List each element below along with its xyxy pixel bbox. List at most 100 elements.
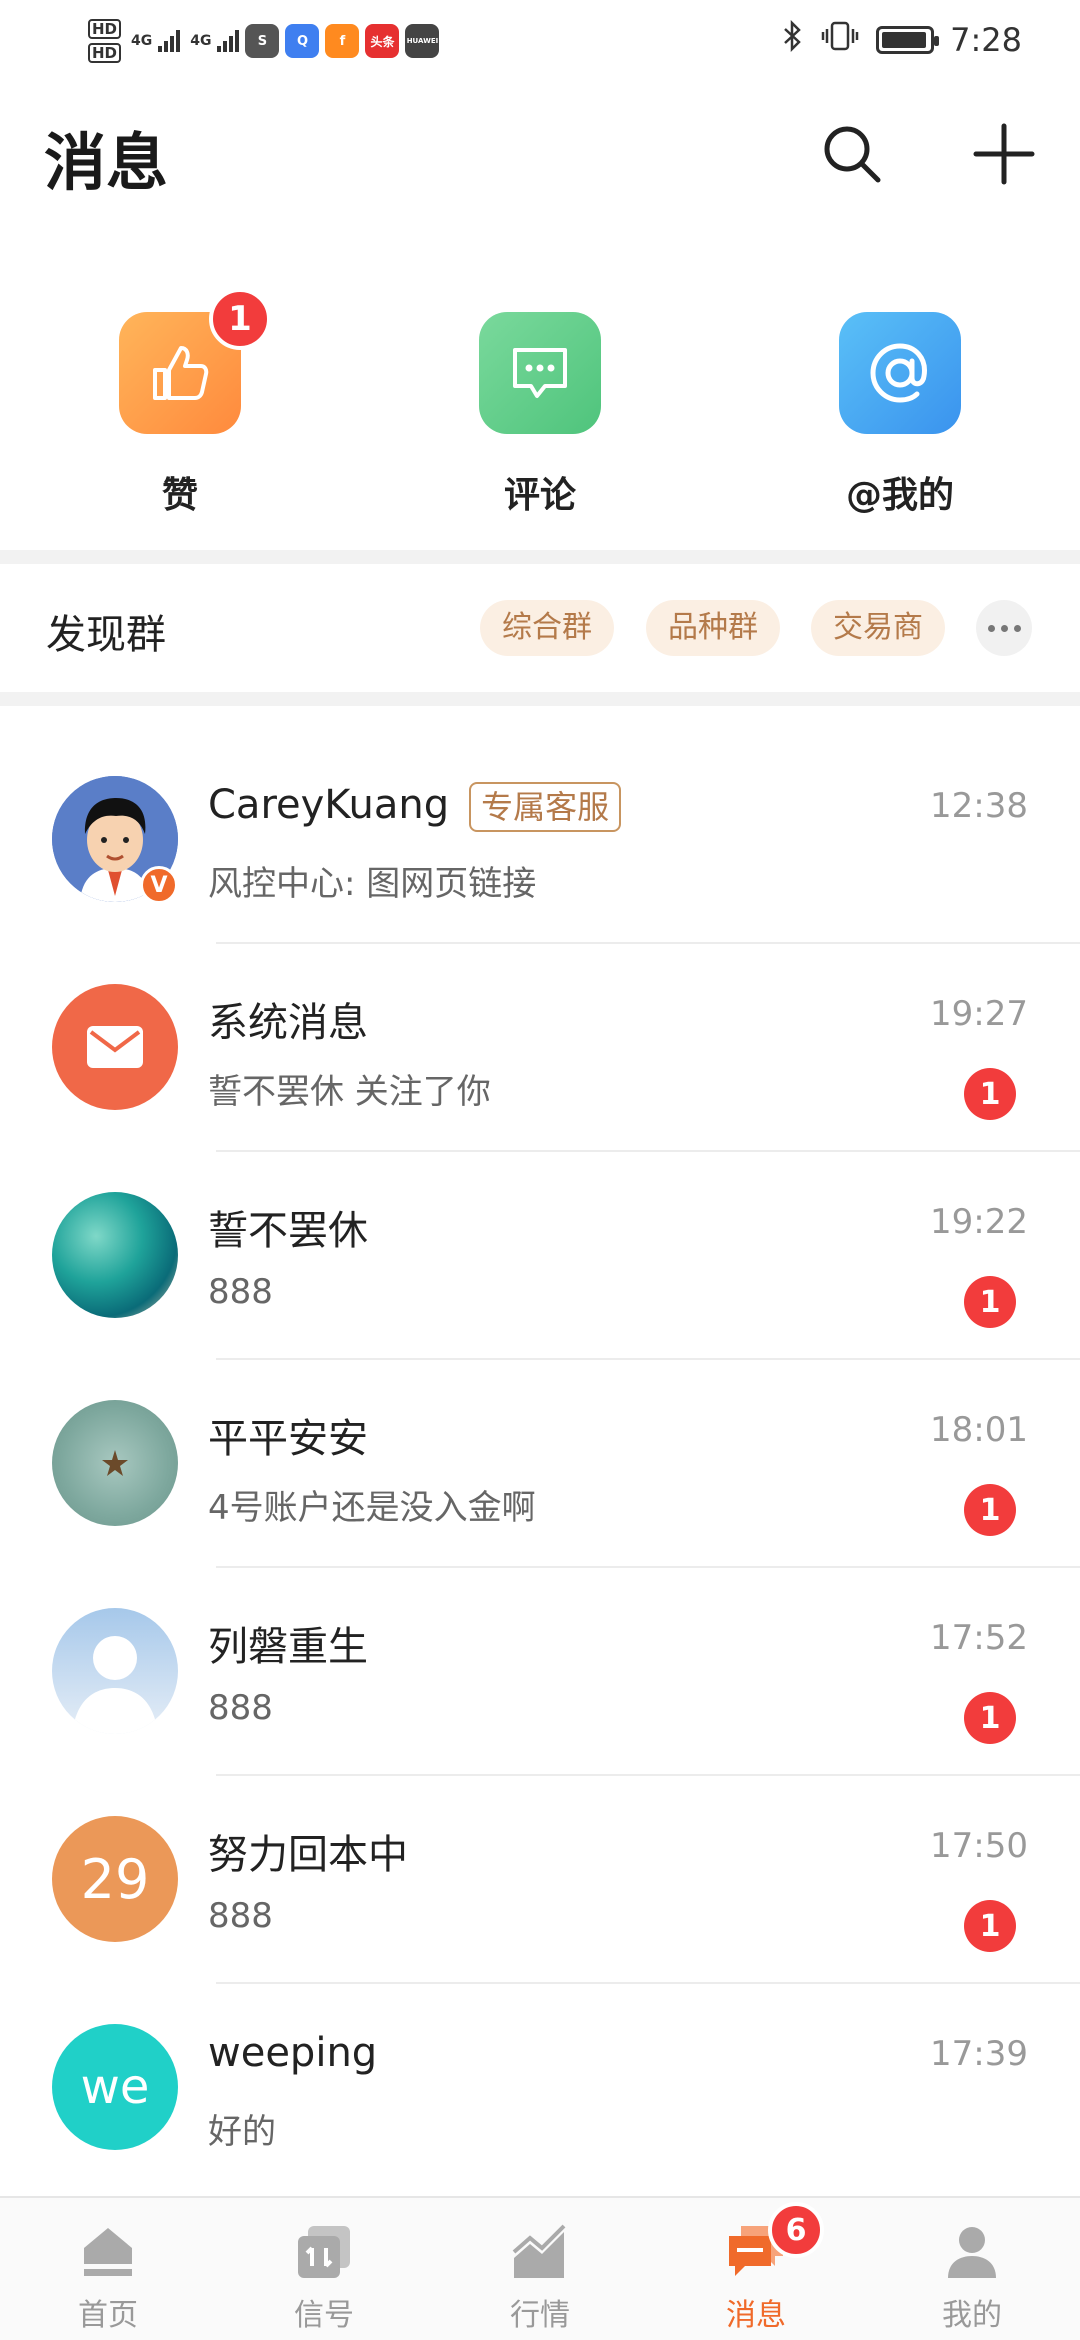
list-item[interactable]: 平平安安 4号账户还是没入金啊 18:01 1 — [0, 1360, 1080, 1568]
conversation-time: 17:39 — [930, 2034, 1028, 2074]
unread-badge: 1 — [964, 1900, 1016, 1952]
mentions-label: @我的 — [845, 475, 954, 516]
conversation-time: 17:52 — [930, 1618, 1028, 1658]
conversation-time: 12:38 — [930, 786, 1028, 826]
nav-label: 消息 — [726, 2298, 786, 2333]
nav-unread-badge: 6 — [768, 2202, 824, 2258]
page-title: 消息 — [44, 126, 169, 199]
comments-action[interactable]: 评论 — [440, 312, 640, 518]
plus-icon — [973, 123, 1035, 185]
conversation-preview: 风控中心: 图网页链接 — [208, 864, 537, 904]
list-item[interactable]: 系统消息 誓不罢休 关注了你 19:27 1 — [0, 944, 1080, 1152]
list-item[interactable]: V CareyKuang 专属客服 风控中心: 图网页链接 12:38 — [0, 736, 1080, 944]
starfish-icon — [102, 1450, 128, 1476]
conversation-time: 18:01 — [930, 1410, 1028, 1450]
conversation-name: CareyKuang — [208, 782, 450, 828]
avatar — [52, 1192, 178, 1318]
chip-variety-group[interactable]: 品种群 — [646, 600, 780, 656]
unread-badge: 1 — [964, 1692, 1016, 1744]
thumbs-up-icon — [153, 346, 209, 400]
status-right: 7:28 — [782, 14, 1022, 66]
nav-label: 信号 — [294, 2298, 354, 2333]
conversation-preview: 888 — [208, 1896, 273, 1936]
default-user-icon — [72, 1636, 158, 1734]
conversation-name: 努力回本中 — [208, 1832, 408, 1878]
conversation-preview: 4号账户还是没入金啊 — [208, 1488, 536, 1528]
at-icon — [870, 343, 927, 403]
huawei-app-icon: HUAWEI — [405, 24, 440, 58]
finance-app-icon: f — [325, 24, 360, 58]
conversation-preview: 888 — [208, 1272, 273, 1312]
status-bar: HD HD 4G 4G S Q f 头条 HUAWEI 7:28 — [0, 0, 1080, 80]
signal-icon — [158, 30, 181, 52]
network-type: 4G — [190, 33, 212, 49]
conversation-preview: 好的 — [208, 2112, 276, 2152]
search-icon — [824, 126, 881, 183]
conversation-name: 誓不罢休 — [208, 1208, 368, 1254]
status-left: HD HD 4G 4G S Q f 头条 HUAWEI — [88, 12, 440, 70]
likes-label: 赞 — [161, 475, 198, 516]
conversation-preview: 888 — [208, 1688, 273, 1728]
conversation-name: 系统消息 — [208, 1000, 368, 1046]
unread-badge: 1 — [964, 1276, 1016, 1328]
unread-badge: 1 — [964, 1068, 1016, 1120]
list-item[interactable]: 列磐重生 888 17:52 1 — [0, 1568, 1080, 1776]
search-button[interactable] — [816, 118, 888, 190]
mail-icon — [87, 1026, 143, 1068]
more-groups-button[interactable] — [976, 600, 1032, 656]
signal-icon — [217, 30, 240, 52]
battery-icon — [876, 26, 940, 54]
nav-market[interactable]: 行情 — [432, 2198, 648, 2340]
toutiao-app-icon: 头条 — [365, 24, 400, 58]
hd-indicators: HD HD — [88, 19, 122, 63]
likes-badge: 1 — [209, 288, 271, 350]
comment-icon — [513, 348, 567, 398]
conversation-name: 列磐重生 — [208, 1624, 368, 1670]
clock: 7:28 — [950, 21, 1022, 59]
mentions-action[interactable]: @我的 — [800, 312, 1000, 518]
network-type: 4G — [131, 33, 153, 49]
chip-general-group[interactable]: 综合群 — [480, 600, 614, 656]
discover-groups: 发现群 综合群 品种群 交易商 — [0, 564, 1080, 692]
conversation-name: weeping — [208, 2030, 378, 2076]
unread-badge: 1 — [964, 1484, 1016, 1536]
avatar — [52, 984, 178, 1110]
comments-label: 评论 — [503, 475, 576, 516]
signal-icon — [292, 2220, 356, 2284]
nav-label: 首页 — [78, 2298, 138, 2333]
conversation-name: 平平安安 — [208, 1416, 368, 1462]
chip-dealer[interactable]: 交易商 — [811, 600, 945, 656]
conversation-time: 19:27 — [930, 994, 1028, 1034]
list-item[interactable]: 29 努力回本中 888 17:50 1 — [0, 1776, 1080, 1984]
nav-profile[interactable]: 我的 — [864, 2198, 1080, 2340]
avatar: we — [52, 2024, 178, 2150]
list-item[interactable]: we weeping 好的 17:39 — [0, 1984, 1080, 2192]
comments-tile — [479, 312, 601, 434]
verified-badge-icon: V — [140, 866, 178, 904]
nav-messages[interactable]: 6 消息 — [648, 2198, 864, 2340]
avatar: 29 — [52, 1816, 178, 1942]
support-tag: 专属客服 — [469, 782, 622, 832]
message-icon: 6 — [724, 2202, 824, 2284]
list-item[interactable]: 誓不罢休 888 19:22 1 — [0, 1152, 1080, 1360]
market-icon — [508, 2220, 572, 2284]
hd-icon: HD — [88, 43, 122, 63]
bluetooth-icon — [782, 19, 804, 61]
mentions-tile — [839, 312, 961, 434]
hd-icon: HD — [88, 19, 122, 39]
discover-title: 发现群 — [46, 612, 166, 658]
nav-home[interactable]: 首页 — [0, 2198, 216, 2340]
section-divider — [0, 692, 1080, 706]
bottom-nav: 首页 信号 行情 6 消息 我的 — [0, 2196, 1080, 2340]
avatar — [52, 1608, 178, 1734]
conversation-name-row: CareyKuang 专属客服 — [208, 782, 622, 832]
section-divider — [0, 550, 1080, 564]
likes-action[interactable]: 1 赞 — [80, 288, 280, 518]
nav-label: 行情 — [510, 2298, 570, 2333]
add-button[interactable] — [968, 118, 1040, 190]
home-icon — [76, 2220, 140, 2284]
avatar — [52, 1400, 178, 1526]
nav-label: 我的 — [942, 2298, 1002, 2333]
nav-signal[interactable]: 信号 — [216, 2198, 432, 2340]
likes-tile: 1 — [119, 288, 271, 434]
